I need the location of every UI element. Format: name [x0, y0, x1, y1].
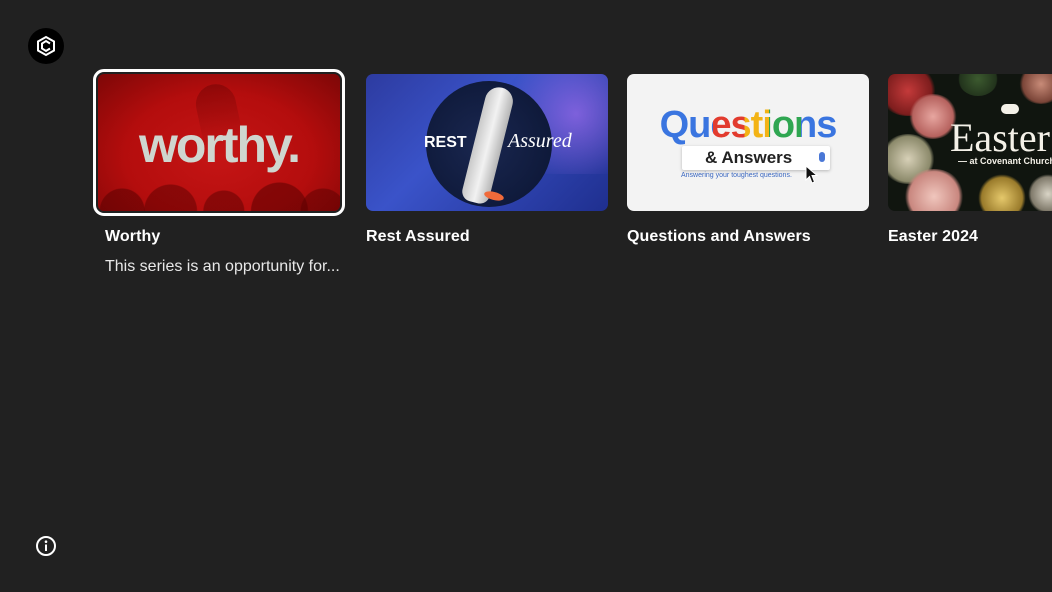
series-title: Easter 2024: [888, 228, 979, 245]
series-card-questions-and-answers[interactable]: Questions & Answers Answering your tough…: [627, 74, 869, 246]
series-title: Rest Assured: [366, 228, 470, 245]
series-row: worthy. Worthy This series is an opportu…: [0, 0, 1052, 300]
series-thumbnail: worthy.: [93, 69, 345, 216]
series-card-rest-assured[interactable]: REST Assured Rest Assured: [366, 74, 608, 246]
mic-icon: [819, 152, 825, 162]
thumbnail-subtitle: — at Covenant Church —: [958, 156, 1052, 166]
cursor-icon: [805, 164, 819, 190]
thumbnail-title: worthy.: [138, 117, 301, 173]
series-title: Questions and Answers: [627, 228, 811, 245]
series-thumbnail: REST Assured: [366, 74, 608, 211]
toggle-icon: [1001, 104, 1019, 114]
thumbnail-title: REST: [424, 134, 467, 151]
thumbnail-tagline: Answering your toughest questions.: [681, 172, 792, 179]
thumbnail-subtitle: Assured: [508, 130, 572, 152]
series-thumbnail: Questions & Answers Answering your tough…: [627, 74, 869, 211]
thumbnail-title: Questions: [659, 104, 838, 146]
series-card-easter-2024[interactable]: Easter — at Covenant Church — Easter 202…: [888, 74, 1052, 246]
thumbnail-subtitle: & Answers: [705, 148, 793, 167]
series-thumbnail: Easter — at Covenant Church —: [888, 74, 1052, 211]
thumbnail-title: Easter: [950, 115, 1050, 160]
series-card-worthy[interactable]: worthy. Worthy This series is an opportu…: [93, 69, 345, 276]
info-icon[interactable]: [35, 535, 57, 557]
series-description: This series is an opportunity for...: [105, 258, 340, 275]
series-title: Worthy: [105, 228, 161, 245]
